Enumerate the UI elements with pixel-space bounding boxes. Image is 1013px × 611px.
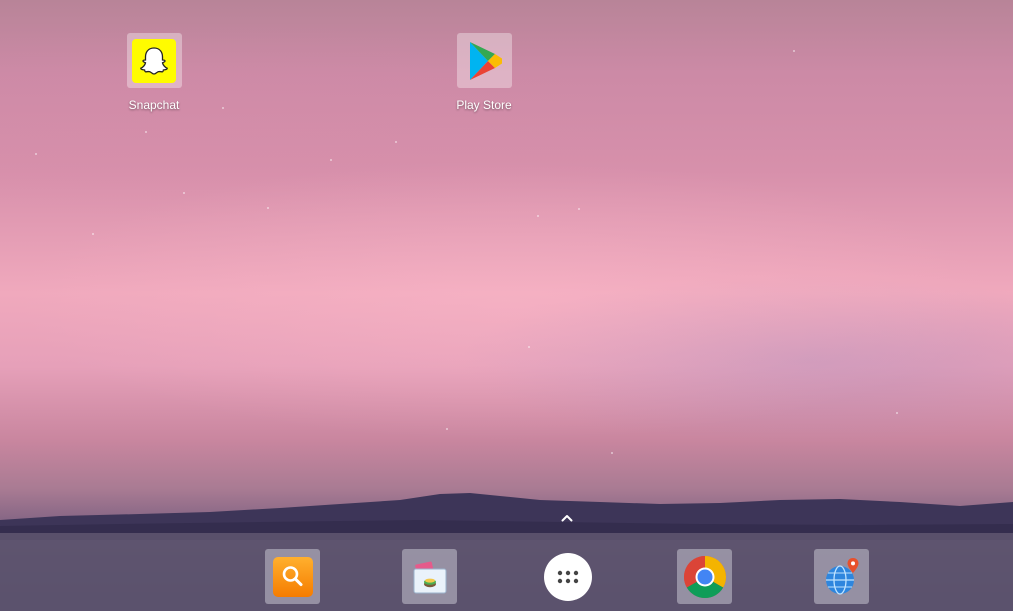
wallpaper-star (183, 192, 185, 194)
wallpaper-star (267, 207, 269, 209)
dock-maps-app[interactable] (814, 549, 869, 604)
play-store-icon (456, 33, 512, 88)
dock-search-app[interactable] (265, 549, 320, 604)
wallpaper-star (92, 233, 94, 235)
play-triangle-icon (470, 41, 502, 80)
chrome-icon (683, 555, 726, 598)
snapchat-ghost-icon (132, 38, 176, 83)
wallpaper-star (896, 412, 898, 414)
gallery-icon (413, 561, 446, 593)
wallpaper-star (528, 346, 530, 348)
chevron-up-icon[interactable] (557, 510, 577, 526)
dock (0, 533, 1013, 611)
desktop-app-label: Play Store (456, 98, 512, 112)
dock-app-drawer[interactable] (540, 549, 595, 604)
dock-chrome-app[interactable] (677, 549, 732, 604)
snapchat-icon (126, 33, 182, 88)
wallpaper-star (446, 428, 448, 430)
app-drawer-icon (543, 552, 592, 601)
wallpaper-star (395, 141, 397, 143)
mountain-silhouette (0, 493, 1013, 540)
home-screen: Snapchat Play Store (0, 0, 1013, 611)
desktop-app-snapchat[interactable]: Snapchat (104, 33, 204, 112)
wallpaper-star (145, 131, 147, 133)
wallpaper-star (35, 153, 37, 155)
wallpaper-star (222, 107, 224, 109)
search-icon (272, 556, 313, 597)
wallpaper-star (537, 215, 539, 217)
wallpaper-star (578, 208, 580, 210)
wallpaper-star (330, 159, 332, 161)
wallpaper-star (611, 452, 613, 454)
wallpaper-star (793, 50, 795, 52)
desktop-app-label: Snapchat (128, 98, 180, 112)
dock-gallery-app[interactable] (402, 549, 457, 604)
maps-globe-icon (825, 557, 858, 595)
desktop-app-play-store[interactable]: Play Store (434, 33, 534, 112)
